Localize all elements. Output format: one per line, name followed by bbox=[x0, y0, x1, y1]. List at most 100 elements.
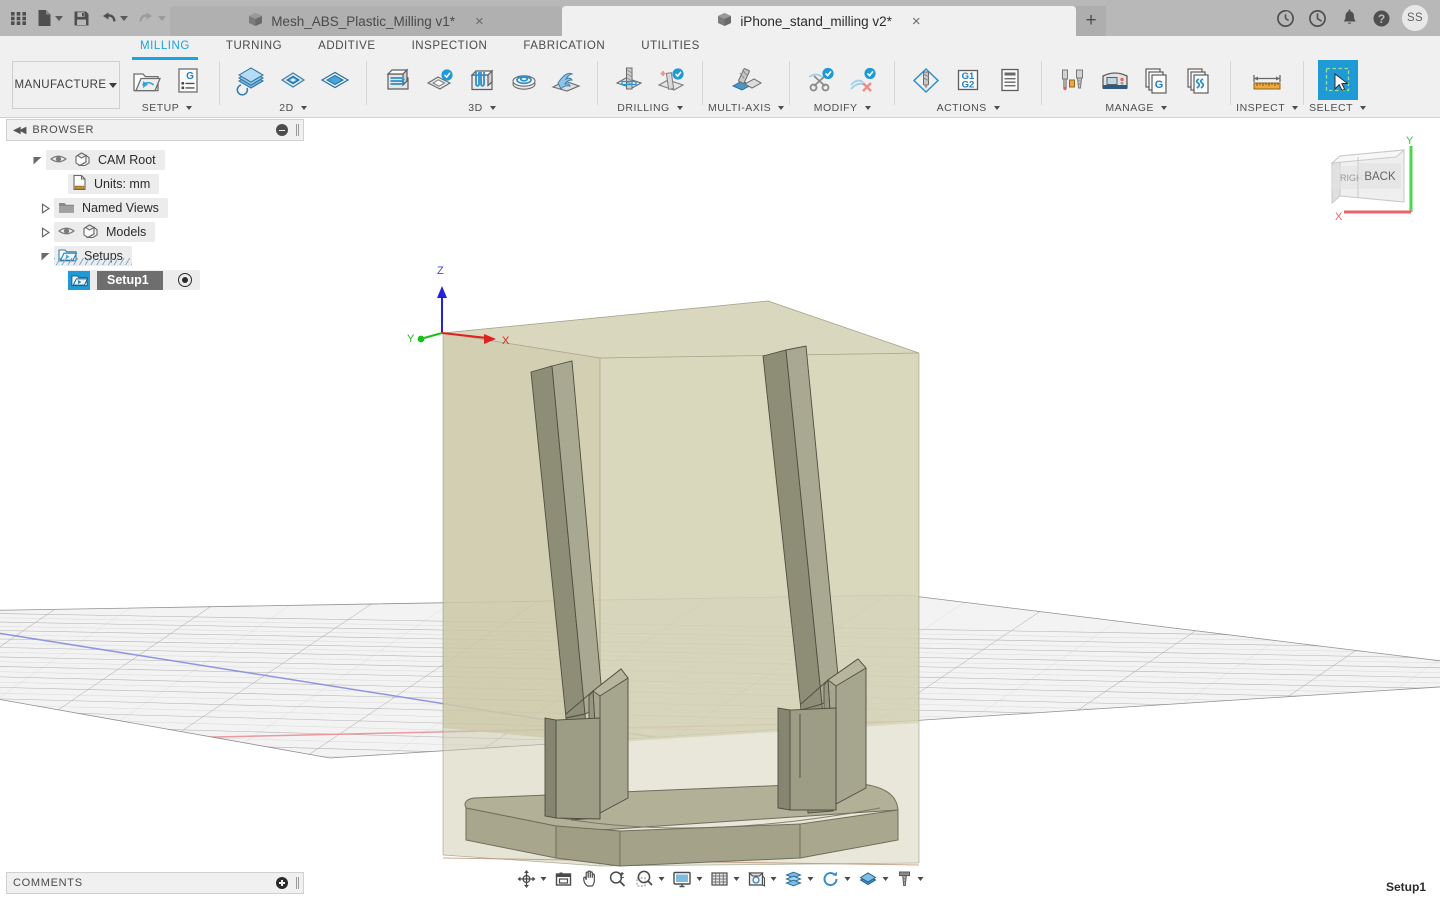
document-cube-icon bbox=[717, 12, 732, 30]
minimize-icon[interactable] bbox=[276, 124, 288, 136]
panel-drilling-label[interactable]: DRILLING bbox=[617, 101, 682, 115]
panel-inspect-label[interactable]: INSPECT bbox=[1236, 101, 1298, 115]
resize-grip-icon[interactable] bbox=[296, 877, 297, 889]
panel-select-label[interactable]: SELECT bbox=[1309, 101, 1366, 115]
chevron-down-icon bbox=[994, 106, 1000, 110]
setup-sheet-button[interactable] bbox=[990, 60, 1030, 100]
expander-expanded-icon[interactable] bbox=[28, 155, 46, 166]
face-toolpath-button[interactable] bbox=[231, 60, 271, 100]
panel-actions-label[interactable]: ACTIONS bbox=[937, 101, 1000, 115]
viewports-button[interactable] bbox=[744, 867, 780, 891]
notifications-bell-icon[interactable] bbox=[1338, 7, 1360, 29]
pocket-clearing-button[interactable] bbox=[420, 60, 460, 100]
save-button[interactable] bbox=[69, 4, 94, 32]
chevron-down-icon bbox=[186, 106, 192, 110]
scallop-button[interactable] bbox=[546, 60, 586, 100]
expander-collapsed-icon[interactable] bbox=[36, 227, 54, 238]
active-setup-radio-icon[interactable] bbox=[178, 273, 192, 287]
contour-button[interactable] bbox=[504, 60, 544, 100]
grid-snaps-button[interactable] bbox=[707, 867, 743, 891]
create-nc-program-button[interactable]: G bbox=[168, 60, 208, 100]
tree-item-named-views[interactable]: Named Views bbox=[6, 196, 304, 220]
panel-setup-text: SETUP bbox=[142, 102, 180, 114]
ribbon-tab-utilities[interactable]: UTILITIES bbox=[623, 36, 718, 58]
visibility-eye-icon[interactable] bbox=[50, 153, 67, 168]
2d-pocket-button[interactable] bbox=[315, 60, 355, 100]
panel-3d-label[interactable]: 3D bbox=[468, 101, 495, 115]
simulate-button[interactable] bbox=[906, 60, 946, 100]
expander-collapsed-icon[interactable] bbox=[36, 203, 54, 214]
tree-item-setups[interactable]: Setups bbox=[6, 244, 304, 268]
tool-visibility-button[interactable] bbox=[893, 867, 927, 891]
ribbon-tab-bar: MILLING TURNING ADDITIVE INSPECTION FABR… bbox=[122, 36, 718, 58]
select-tool-button[interactable] bbox=[1318, 60, 1358, 100]
ribbon-tab-additive[interactable]: ADDITIVE bbox=[300, 36, 393, 58]
panel-modify-label[interactable]: MODIFY bbox=[814, 101, 871, 115]
measure-button[interactable] bbox=[1244, 60, 1290, 100]
undo-button[interactable] bbox=[96, 4, 132, 32]
resize-grip-icon[interactable] bbox=[296, 124, 297, 136]
template-library-button[interactable] bbox=[1179, 60, 1219, 100]
add-comment-icon[interactable] bbox=[276, 877, 288, 889]
swarf-button[interactable] bbox=[723, 60, 769, 100]
ribbon-tab-fabrication[interactable]: FABRICATION bbox=[505, 36, 623, 58]
bore-button[interactable] bbox=[651, 60, 691, 100]
2d-adaptive-clearing-button[interactable] bbox=[273, 60, 313, 100]
panel-multi-axis-label[interactable]: MULTI-AXIS bbox=[708, 101, 784, 115]
browser-visibility-button[interactable] bbox=[781, 867, 817, 891]
document-tab-2[interactable]: iPhone_stand_milling v2* × bbox=[562, 6, 1076, 36]
user-avatar[interactable]: SS bbox=[1402, 5, 1428, 31]
toolpath-refresh-button[interactable] bbox=[818, 867, 854, 891]
document-tab-strip: Mesh_ABS_Plastic_Milling v1* × iPhone_st… bbox=[170, 0, 1266, 36]
zoom-window-button[interactable] bbox=[632, 867, 668, 891]
document-tab-1[interactable]: Mesh_ABS_Plastic_Milling v1* × bbox=[170, 6, 562, 36]
panel-manage-label[interactable]: MANAGE bbox=[1105, 101, 1167, 115]
chevron-down-icon bbox=[697, 877, 703, 881]
tree-item-units[interactable]: Units: mm bbox=[6, 172, 304, 196]
orbit-button[interactable] bbox=[514, 867, 550, 891]
close-icon[interactable]: × bbox=[912, 14, 921, 29]
adaptive-clearing-button[interactable] bbox=[378, 60, 418, 100]
panel-setup-label[interactable]: SETUP bbox=[142, 101, 193, 115]
new-setup-button[interactable] bbox=[126, 60, 166, 100]
close-icon[interactable]: × bbox=[475, 14, 484, 29]
ribbon-tab-milling[interactable]: MILLING bbox=[122, 36, 208, 58]
display-settings-button[interactable] bbox=[669, 867, 706, 891]
ribbon-tab-turning[interactable]: TURNING bbox=[208, 36, 300, 58]
panel-2d: 2D bbox=[225, 59, 361, 117]
svg-text:G2: G2 bbox=[962, 80, 975, 91]
tree-item-cam-root[interactable]: CAM Root bbox=[6, 148, 304, 172]
tree-item-models[interactable]: Models bbox=[6, 220, 304, 244]
look-at-button[interactable] bbox=[551, 867, 577, 891]
workspace-switcher[interactable]: MANUFACTURE bbox=[12, 61, 120, 109]
tree-item-setup1[interactable]: Setup1 bbox=[6, 268, 304, 292]
view-cube[interactable]: RIGHT BACK Y X bbox=[1318, 130, 1438, 235]
job-status-icon[interactable] bbox=[1274, 7, 1296, 29]
panel-inspect: INSPECT bbox=[1236, 59, 1298, 117]
ribbon-tab-inspection[interactable]: INSPECTION bbox=[394, 36, 506, 58]
chevron-down-icon bbox=[771, 877, 777, 881]
stock-visibility-button[interactable] bbox=[855, 867, 892, 891]
zoom-button[interactable] bbox=[605, 867, 631, 891]
new-tab-button[interactable]: + bbox=[1076, 6, 1106, 36]
recent-icon[interactable] bbox=[1306, 7, 1328, 29]
trim-toolpath-button[interactable] bbox=[801, 60, 841, 100]
new-document-button[interactable] bbox=[33, 4, 67, 32]
drill-button[interactable] bbox=[609, 60, 649, 100]
app-grid-icon[interactable] bbox=[6, 4, 31, 32]
chevron-down-icon bbox=[845, 877, 851, 881]
machine-library-button[interactable] bbox=[1095, 60, 1135, 100]
post-library-button[interactable]: G bbox=[1137, 60, 1177, 100]
tool-library-button[interactable] bbox=[1053, 60, 1093, 100]
redo-button[interactable] bbox=[134, 4, 170, 32]
visibility-eye-icon[interactable] bbox=[58, 225, 75, 240]
model-body-icon bbox=[82, 223, 99, 242]
collapse-panel-icon[interactable]: ◀◀ bbox=[13, 125, 24, 136]
delete-toolpath-button[interactable] bbox=[843, 60, 883, 100]
pan-button[interactable] bbox=[578, 867, 604, 891]
help-icon[interactable]: ? bbox=[1370, 7, 1392, 29]
expander-expanded-icon[interactable] bbox=[36, 251, 54, 262]
parallel-button[interactable] bbox=[462, 60, 502, 100]
panel-2d-label[interactable]: 2D bbox=[279, 101, 306, 115]
post-process-button[interactable]: G1 G2 bbox=[948, 60, 988, 100]
